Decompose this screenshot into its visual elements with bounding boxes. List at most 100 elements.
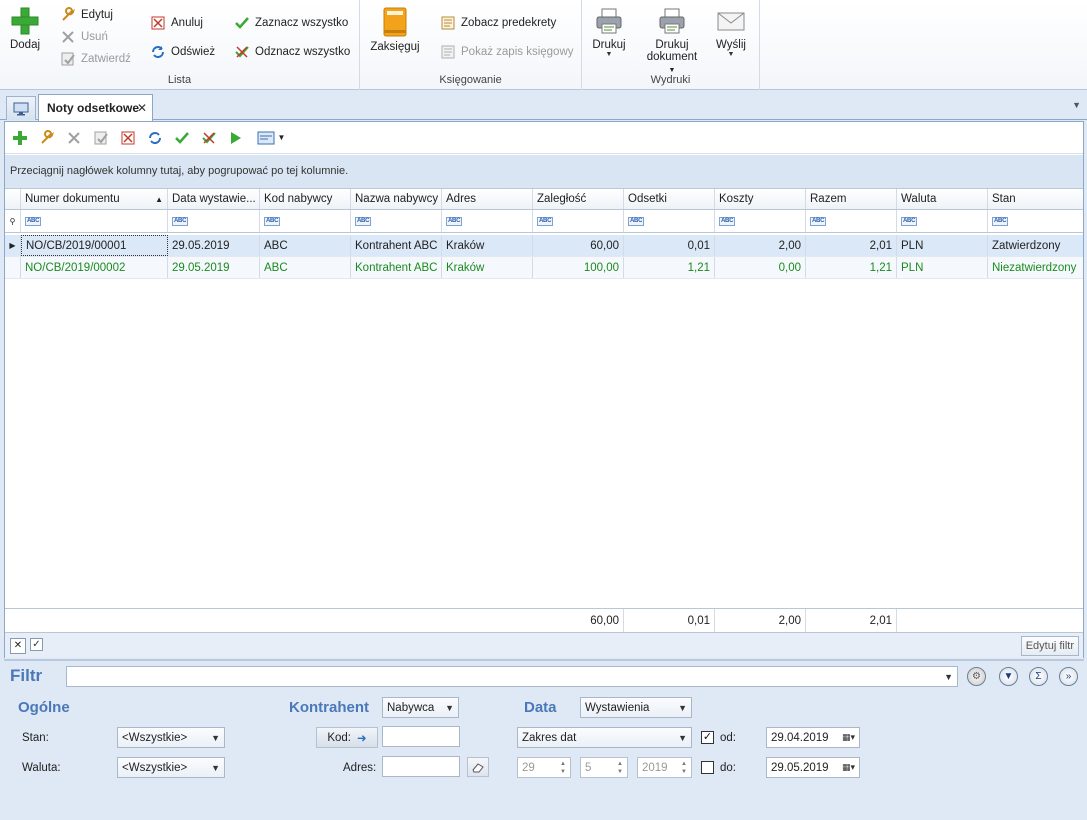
cell-interest[interactable]: 1,21: [624, 257, 715, 278]
deselect-all-button[interactable]: Odznacz wszystko: [234, 43, 350, 61]
print-document-button[interactable]: Drukuj dokument ▼: [644, 6, 700, 75]
filter-cell-buyer-name[interactable]: ABC: [351, 210, 442, 232]
cell-total[interactable]: 1,21: [806, 257, 897, 278]
group-by-panel[interactable]: Przeciągnij nagłówek kolumny tutaj, aby …: [5, 155, 1083, 189]
table-row[interactable]: NO/CB/2019/00002 29.05.2019 ABC Kontrahe…: [5, 257, 1083, 279]
filter-enabled-checkbox[interactable]: ✓: [30, 638, 43, 651]
column-header-costs[interactable]: Koszty: [715, 189, 806, 209]
cell-address[interactable]: Kraków: [442, 257, 533, 278]
filter-expression-input[interactable]: ▼: [66, 666, 958, 687]
cancel-document-icon[interactable]: [119, 129, 137, 147]
close-icon[interactable]: ✕: [137, 101, 147, 115]
cell-arrears[interactable]: 60,00: [533, 235, 624, 256]
ribbon-group-accounting: Zaksięguj Zobacz predekrety Pokaż zapis …: [360, 0, 582, 90]
filter-cell-currency[interactable]: ABC: [897, 210, 988, 232]
filter-cell-address[interactable]: ABC: [442, 210, 533, 232]
add-icon[interactable]: [11, 129, 29, 147]
collapse-panel-icon[interactable]: »: [1059, 667, 1078, 686]
start-page-tab[interactable]: [6, 96, 36, 120]
tab-list-dropdown-icon[interactable]: ▼: [1072, 100, 1081, 110]
cell-date[interactable]: 29.05.2019: [168, 235, 260, 256]
clear-filter-icon[interactable]: ✕: [10, 638, 26, 654]
cell-costs[interactable]: 0,00: [715, 257, 806, 278]
date-to-picker[interactable]: 29.05.2019 ▦▾: [766, 757, 860, 778]
status-select[interactable]: <Wszystkie> ▼: [117, 727, 225, 748]
table-row[interactable]: ▶ NO/CB/2019/00001 29.05.2019 ABC Kontra…: [5, 235, 1083, 257]
eraser-icon[interactable]: [467, 757, 489, 777]
cell-total[interactable]: 2,01: [806, 235, 897, 256]
year-spinner[interactable]: 2019 ▲ ▼: [637, 757, 692, 778]
checkmark-icon[interactable]: [173, 129, 191, 147]
month-spinner[interactable]: 5 ▲ ▼: [580, 757, 628, 778]
column-header-interest[interactable]: Odsetki: [624, 189, 715, 209]
send-button[interactable]: Wyślij ▼: [710, 6, 752, 59]
post-button[interactable]: Zaksięguj: [368, 6, 422, 53]
cell-buyer-name[interactable]: Kontrahent ABC: [351, 257, 442, 278]
delete-button[interactable]: Usuń: [60, 28, 108, 46]
tab-interest-notes[interactable]: Noty odsetkowe ✕: [38, 94, 153, 121]
refresh-icon[interactable]: [146, 129, 164, 147]
cell-address[interactable]: Kraków: [442, 235, 533, 256]
play-icon[interactable]: [227, 129, 245, 147]
contractor-type-select[interactable]: Nabywca ▼: [382, 697, 459, 718]
show-record-button[interactable]: Pokaż zapis księgowy: [440, 43, 574, 61]
cell-interest[interactable]: 0,01: [624, 235, 715, 256]
cell-buyer-code[interactable]: ABC: [260, 257, 351, 278]
filter-cell-total[interactable]: ABC: [806, 210, 897, 232]
print-button[interactable]: Drukuj ▼: [588, 6, 630, 59]
column-header-status[interactable]: Stan: [988, 189, 1082, 209]
column-header-currency[interactable]: Waluta: [897, 189, 988, 209]
approve-button[interactable]: Zatwierdź: [60, 50, 131, 68]
delete-icon[interactable]: [65, 129, 83, 147]
cell-costs[interactable]: 2,00: [715, 235, 806, 256]
column-header-total[interactable]: Razem: [806, 189, 897, 209]
sigma-icon[interactable]: Σ: [1029, 667, 1048, 686]
cell-date[interactable]: 29.05.2019: [168, 257, 260, 278]
uncheck-icon[interactable]: [200, 129, 218, 147]
date-to-checkbox[interactable]: [701, 761, 714, 774]
view-predecrees-button[interactable]: Zobacz predekrety: [440, 14, 556, 32]
date-from-picker[interactable]: 29.04.2019 ▦▾: [766, 727, 860, 748]
cell-currency[interactable]: PLN: [897, 235, 988, 256]
wrench-icon[interactable]: [38, 129, 56, 147]
column-header-number[interactable]: Numer dokumentu ▲: [21, 189, 168, 209]
cell-buyer-code[interactable]: ABC: [260, 235, 351, 256]
approve-document-icon[interactable]: [92, 129, 110, 147]
filter-cell-arrears[interactable]: ABC: [533, 210, 624, 232]
code-input[interactable]: [382, 726, 460, 747]
date-range-select[interactable]: Zakres dat ▼: [517, 727, 692, 748]
code-lookup-button[interactable]: Kod: ➜: [316, 727, 378, 748]
column-header-buyer-code[interactable]: Kod nabywcy: [260, 189, 351, 209]
filter-cell-date[interactable]: ABC: [168, 210, 260, 232]
date-type-select[interactable]: Wystawienia ▼: [580, 697, 692, 718]
view-options-icon[interactable]: ▼: [254, 129, 288, 147]
edit-button[interactable]: Edytuj: [60, 6, 113, 24]
gear-icon[interactable]: ⚙: [967, 667, 986, 686]
cell-number[interactable]: NO/CB/2019/00002: [21, 257, 168, 278]
currency-select[interactable]: <Wszystkie> ▼: [117, 757, 225, 778]
column-header-arrears[interactable]: Zaległość: [533, 189, 624, 209]
filter-cell-buyer-code[interactable]: ABC: [260, 210, 351, 232]
add-button[interactable]: Dodaj: [6, 6, 44, 51]
cell-currency[interactable]: PLN: [897, 257, 988, 278]
select-all-button[interactable]: Zaznacz wszystko: [234, 14, 348, 32]
cell-status[interactable]: Niezatwierdzony: [988, 257, 1082, 278]
refresh-button[interactable]: Odśwież: [150, 43, 215, 61]
address-input[interactable]: [382, 756, 460, 777]
cell-arrears[interactable]: 100,00: [533, 257, 624, 278]
date-from-checkbox[interactable]: ✓: [701, 731, 714, 744]
filter-cell-costs[interactable]: ABC: [715, 210, 806, 232]
filter-cell-number[interactable]: ABC: [21, 210, 168, 232]
column-header-buyer-name[interactable]: Nazwa nabywcy: [351, 189, 442, 209]
day-spinner[interactable]: 29 ▲ ▼: [517, 757, 571, 778]
cancel-button[interactable]: Anuluj: [150, 14, 203, 32]
edit-filter-button[interactable]: Edytuj filtr: [1020, 636, 1079, 656]
column-header-date[interactable]: Data wystawie...: [168, 189, 260, 209]
filter-cell-status[interactable]: ABC: [988, 210, 1082, 232]
cell-status[interactable]: Zatwierdzony: [988, 235, 1082, 256]
cell-buyer-name[interactable]: Kontrahent ABC: [351, 235, 442, 256]
cell-number[interactable]: NO/CB/2019/00001: [21, 235, 168, 256]
column-header-address[interactable]: Adres: [442, 189, 533, 209]
filter-cell-interest[interactable]: ABC: [624, 210, 715, 232]
funnel-icon[interactable]: ▼: [999, 667, 1018, 686]
